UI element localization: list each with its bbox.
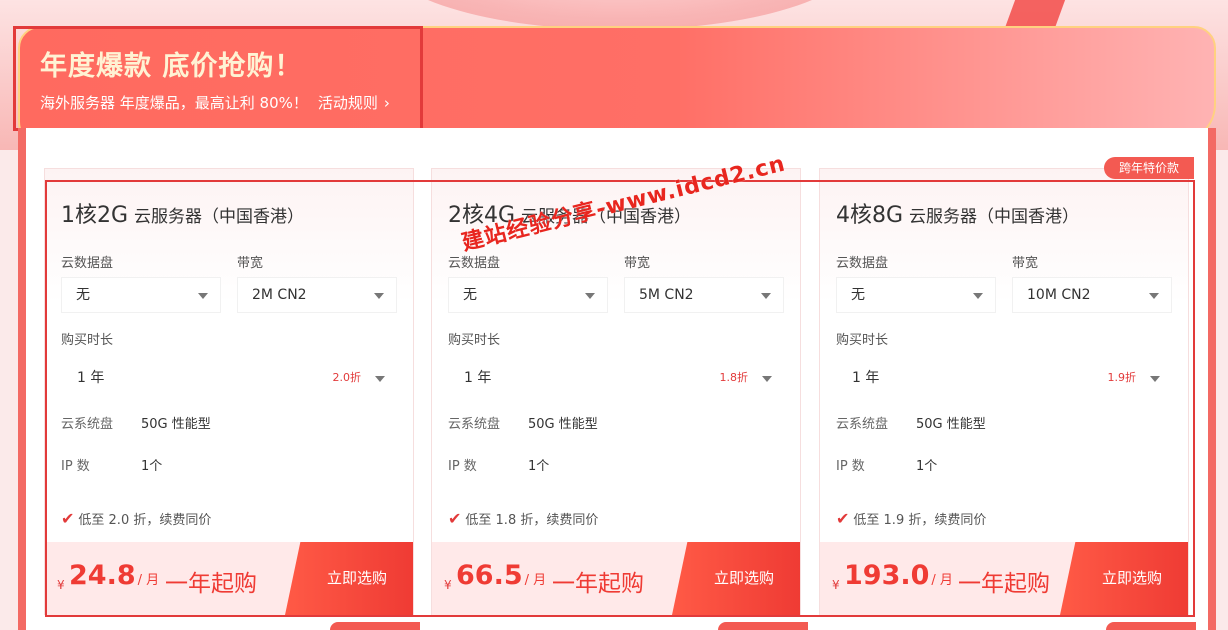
system-disk-label: 云系统盘 <box>448 417 501 432</box>
check-icon: ✔ <box>61 509 75 528</box>
currency-symbol: ¥ <box>444 578 452 592</box>
currency-symbol: ¥ <box>832 578 840 592</box>
price-unit: / 月 <box>931 573 953 588</box>
ip-count-label: IP 数 <box>836 459 865 474</box>
purchase-period: 一年起购 <box>165 571 257 597</box>
price-unit: / 月 <box>524 573 547 588</box>
chevron-down-icon <box>973 293 983 299</box>
data-disk-label: 云数据盘 <box>61 256 114 271</box>
card-product-name: 云服务器（中国香港） <box>134 207 305 227</box>
product-card-1c2g: 1核2G 云服务器（中国香港） 云数据盘 带宽 无 2M CN2 购买时长 1 年… <box>44 168 414 615</box>
bandwidth-value: 10M CN2 <box>1027 287 1091 303</box>
duration-select[interactable]: 1 年 1.9折 <box>836 361 1172 397</box>
system-disk-value: 50G 性能型 <box>916 417 986 432</box>
data-disk-value: 无 <box>76 287 90 303</box>
next-row-badge <box>718 622 808 630</box>
discount-label: 1.9折 <box>1107 371 1137 384</box>
duration-value: 1 年 <box>852 370 880 386</box>
banner-highlight-box <box>13 26 423 131</box>
price-unit: / 月 <box>137 573 160 588</box>
special-price-badge: 跨年特价款 <box>1104 157 1194 179</box>
discount-label: 2.0折 <box>332 371 362 384</box>
ip-count-label: IP 数 <box>448 459 477 474</box>
duration-label: 购买时长 <box>61 333 114 348</box>
price-amount: 66.5/ 月 <box>456 560 546 591</box>
discount-note-text: 低至 1.8 折，续费同价 <box>465 513 599 528</box>
price-value: 24.8 <box>69 560 136 591</box>
discount-note-text: 低至 1.9 折，续费同价 <box>853 513 987 528</box>
bandwidth-select[interactable]: 10M CN2 <box>1012 277 1172 313</box>
bandwidth-label: 带宽 <box>1012 256 1039 271</box>
chevron-down-icon <box>585 293 595 299</box>
duration-label: 购买时长 <box>836 333 889 348</box>
chevron-down-icon <box>762 376 772 382</box>
duration-value: 1 年 <box>464 370 492 386</box>
product-card-4c8g: 4核8G 云服务器（中国香港） 云数据盘 带宽 无 10M CN2 购买时长 1 … <box>819 168 1189 615</box>
card-spec: 4核8G <box>836 203 904 228</box>
ip-count-value: 1个 <box>528 459 550 474</box>
card-product-name: 云服务器（中国香港） <box>909 207 1080 227</box>
data-disk-value: 无 <box>851 287 865 303</box>
duration-value: 1 年 <box>77 370 105 386</box>
data-disk-select[interactable]: 无 <box>448 277 608 313</box>
price-amount: 193.0/ 月 <box>844 560 953 591</box>
chevron-down-icon <box>374 293 384 299</box>
chevron-down-icon <box>198 293 208 299</box>
system-disk-value: 50G 性能型 <box>141 417 211 432</box>
bandwidth-label: 带宽 <box>237 256 264 271</box>
discount-label: 1.8折 <box>719 371 749 384</box>
next-row-badge <box>1106 622 1196 630</box>
card-title: 4核8G 云服务器（中国香港） <box>836 197 1079 229</box>
discount-note-text: 低至 2.0 折，续费同价 <box>78 513 212 528</box>
next-row-badge <box>330 622 420 630</box>
price-bar: ¥ 24.8/ 月 一年起购 立即选购 <box>45 542 413 615</box>
card-title: 1核2G 云服务器（中国香港） <box>61 197 304 229</box>
card-spec: 1核2G <box>61 203 129 228</box>
check-icon: ✔ <box>836 509 850 528</box>
duration-select[interactable]: 1 年 1.8折 <box>448 361 784 397</box>
bandwidth-select[interactable]: 2M CN2 <box>237 277 397 313</box>
ip-count-value: 1个 <box>141 459 163 474</box>
data-disk-select[interactable]: 无 <box>61 277 221 313</box>
chevron-down-icon <box>1149 293 1159 299</box>
bandwidth-select[interactable]: 5M CN2 <box>624 277 784 313</box>
decorative-ribbon <box>1004 0 1066 28</box>
chevron-down-icon <box>375 376 385 382</box>
data-disk-label: 云数据盘 <box>836 256 889 271</box>
system-disk-value: 50G 性能型 <box>528 417 598 432</box>
currency-symbol: ¥ <box>57 578 65 592</box>
buy-now-button[interactable]: 立即选购 <box>672 542 800 615</box>
discount-note: ✔ 低至 1.9 折，续费同价 <box>836 509 986 528</box>
purchase-period: 一年起购 <box>552 571 644 597</box>
chevron-down-icon <box>761 293 771 299</box>
discount-note: ✔ 低至 1.8 折，续费同价 <box>448 509 598 528</box>
duration-label: 购买时长 <box>448 333 501 348</box>
bandwidth-value: 2M CN2 <box>252 287 307 303</box>
discount-note: ✔ 低至 2.0 折，续费同价 <box>61 509 211 528</box>
system-disk-label: 云系统盘 <box>836 417 889 432</box>
buy-now-button[interactable]: 立即选购 <box>1060 542 1188 615</box>
price-bar: ¥ 66.5/ 月 一年起购 立即选购 <box>432 542 800 615</box>
bandwidth-value: 5M CN2 <box>639 287 694 303</box>
check-icon: ✔ <box>448 509 462 528</box>
price-value: 66.5 <box>456 560 523 591</box>
price-amount: 24.8/ 月 <box>69 560 159 591</box>
ip-count-value: 1个 <box>916 459 938 474</box>
bandwidth-label: 带宽 <box>624 256 651 271</box>
system-disk-label: 云系统盘 <box>61 417 114 432</box>
price-value: 193.0 <box>844 560 930 591</box>
data-disk-select[interactable]: 无 <box>836 277 996 313</box>
buy-now-button[interactable]: 立即选购 <box>285 542 413 615</box>
ip-count-label: IP 数 <box>61 459 90 474</box>
duration-select[interactable]: 1 年 2.0折 <box>61 361 397 397</box>
purchase-period: 一年起购 <box>958 571 1050 597</box>
price-bar: ¥ 193.0/ 月 一年起购 立即选购 <box>820 542 1188 615</box>
chevron-down-icon <box>1150 376 1160 382</box>
data-disk-value: 无 <box>463 287 477 303</box>
